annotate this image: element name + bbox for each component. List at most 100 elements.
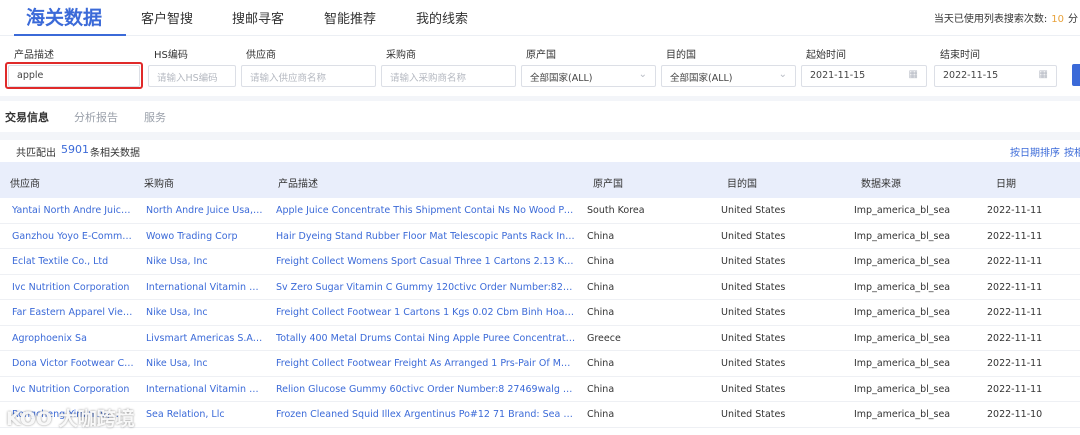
cell-source: Imp_america_bl_sea xyxy=(854,230,951,242)
search-button[interactable] xyxy=(1072,64,1080,86)
cell-supplier[interactable]: Yantai North Andre Juice C... xyxy=(12,205,134,216)
cell-date: 2022-11-11 xyxy=(987,358,1043,369)
table-row[interactable]: Ivc Nutrition Corporation International V… xyxy=(0,275,1080,300)
header-buyer: 采购商 xyxy=(144,179,174,190)
nav-smart-recommend[interactable]: 智能推荐 xyxy=(324,8,376,27)
cell-product[interactable]: Freight Collect Footwear 1 Cartons 1 Kgs… xyxy=(276,307,576,318)
cell-destination: United States xyxy=(721,205,786,216)
cell-product[interactable]: Frozen Cleaned Squid Illex Argentinus Po… xyxy=(276,409,576,420)
table-row[interactable]: Ganzhou Yoyo E-Commerc... Wowo Trading Co… xyxy=(0,224,1080,249)
cell-date: 2022-11-11 xyxy=(987,230,1043,242)
start-date-value: 2021-11-15 xyxy=(810,70,866,81)
cell-date: 2022-11-10 xyxy=(987,409,1043,420)
nav-customer-search[interactable]: 客户智搜 xyxy=(141,8,193,27)
header-date: 日期 xyxy=(996,179,1016,190)
cell-supplier[interactable]: Ivc Nutrition Corporation xyxy=(12,384,134,395)
cell-product[interactable]: Freight Collect Footwear Freight As Arra… xyxy=(276,358,576,369)
watermark-logo: KOO 大咖跨境 xyxy=(6,408,135,430)
calendar-icon: ▦ xyxy=(908,69,918,80)
cell-source: Imp_america_bl_sea xyxy=(854,307,951,318)
header-destination: 目的国 xyxy=(727,179,757,190)
cell-source: Imp_america_bl_sea xyxy=(854,332,951,344)
cell-source: Imp_america_bl_sea xyxy=(854,256,951,267)
tab-analysis-report[interactable]: 分析报告 xyxy=(74,109,118,125)
product-input-highlight xyxy=(5,62,143,89)
cell-buyer[interactable]: Nike Usa, Inc xyxy=(146,307,264,318)
tab-service[interactable]: 服务 xyxy=(144,109,166,125)
cell-product[interactable]: Sv Zero Sugar Vitamin C Gummy 120ctivc O… xyxy=(276,282,576,293)
summary-suffix: 条相关数据 xyxy=(90,148,140,159)
cell-supplier[interactable]: Agrophoenix Sa xyxy=(12,333,134,344)
product-label: 产品描述 xyxy=(14,50,54,61)
cell-buyer[interactable]: International Vitamin Corp... xyxy=(146,282,264,293)
cell-supplier[interactable]: Dona Victor Footwear Co., ... xyxy=(12,358,134,369)
cell-source: Imp_america_bl_sea xyxy=(854,281,951,293)
destination-select[interactable]: 全部国家(ALL) ⌄ xyxy=(661,65,796,87)
hs-label: HS编码 xyxy=(154,50,188,61)
cell-supplier[interactable]: Far Eastern Apparel Vietna... xyxy=(12,307,134,318)
nav-my-leads[interactable]: 我的线索 xyxy=(416,8,468,27)
table-row[interactable]: Yantai North Andre Juice C... North Andre… xyxy=(0,198,1080,224)
search-quota: 当天已使用列表搜索次数: 10 分 xyxy=(934,10,1078,25)
cell-destination: United States xyxy=(721,358,786,369)
chevron-down-icon: ⌄ xyxy=(638,69,647,80)
nav-customs-data[interactable]: 海关数据 xyxy=(26,3,102,30)
nav-email-search[interactable]: 搜邮寻客 xyxy=(232,8,284,27)
cell-buyer[interactable]: Wowo Trading Corp xyxy=(146,231,264,242)
cell-date: 2022-11-11 xyxy=(987,332,1043,344)
hs-input[interactable]: 请输入HS编码 xyxy=(148,65,236,87)
transactions-table: 供应商 采购商 产品描述 原产国 目的国 数据来源 日期 Yantai Nort… xyxy=(0,162,1080,435)
cell-buyer[interactable]: Livsmart Americas S.A. De ... xyxy=(146,333,264,344)
table-row[interactable]: Dona Victor Footwear Co., ... Nike Usa, I… xyxy=(0,351,1080,377)
calendar-icon: ▦ xyxy=(1038,69,1048,80)
start-date-picker[interactable]: 2021-11-15 ▦ xyxy=(801,65,927,87)
summary-prefix: 共匹配出 xyxy=(16,148,56,159)
table-row[interactable]: Agrophoenix Sa Livsmart Americas S.A. De … xyxy=(0,326,1080,351)
cell-product[interactable]: Relion Glucose Gummy 60ctivc Order Numbe… xyxy=(276,384,576,395)
cell-supplier[interactable]: Ivc Nutrition Corporation xyxy=(12,282,134,293)
table-header: 供应商 采购商 产品描述 原产国 目的国 数据来源 日期 xyxy=(0,162,1080,198)
cell-destination: United States xyxy=(721,332,786,344)
origin-select-value: 全部国家(ALL) xyxy=(530,73,593,84)
cell-buyer[interactable]: Nike Usa, Inc xyxy=(146,358,264,369)
cell-supplier[interactable]: Ganzhou Yoyo E-Commerc... xyxy=(12,231,134,242)
header-source: 数据来源 xyxy=(861,179,901,190)
supplier-label: 供应商 xyxy=(246,50,276,61)
cell-origin: China xyxy=(587,307,615,318)
result-count: 5901 xyxy=(61,143,89,156)
origin-select[interactable]: 全部国家(ALL) ⌄ xyxy=(521,65,656,87)
header-supplier: 供应商 xyxy=(10,179,40,190)
cell-buyer[interactable]: Nike Usa, Inc xyxy=(146,256,264,267)
quota-value: 10 xyxy=(1051,14,1064,25)
supplier-input[interactable]: 请输入供应商名称 xyxy=(241,65,376,87)
cell-source: Imp_america_bl_sea xyxy=(854,383,951,395)
cell-date: 2022-11-11 xyxy=(987,205,1043,216)
sort-by-relevance[interactable]: 按相 xyxy=(1064,144,1080,159)
cell-buyer[interactable]: International Vitamin Corp... xyxy=(146,384,264,395)
filter-bar: 产品描述 HS编码 供应商 采购商 原产国 目的国 起始时间 结束时间 appl… xyxy=(0,36,1080,96)
table-row[interactable]: Eclat Textile Co., Ltd Nike Usa, Inc Freig… xyxy=(0,249,1080,275)
cell-buyer[interactable]: North Andre Juice Usa, Inc xyxy=(146,205,264,216)
cell-date: 2022-11-11 xyxy=(987,383,1043,395)
table-row[interactable]: Far Eastern Apparel Vietna... Nike Usa, I… xyxy=(0,300,1080,326)
table-row[interactable]: Ivc Nutrition Corporation International V… xyxy=(0,377,1080,402)
cell-product[interactable]: Apple Juice Concentrate This Shipment Co… xyxy=(276,205,576,216)
table-row[interactable]: Rongcheng Yimin Ag... Sea Relation, Llc Fr… xyxy=(0,402,1080,428)
sort-by-date[interactable]: 按日期排序 xyxy=(1010,144,1060,159)
cell-origin: China xyxy=(587,230,615,242)
cell-buyer[interactable]: Sea Relation, Llc xyxy=(146,409,264,420)
cell-source: Imp_america_bl_sea xyxy=(854,205,951,216)
cell-destination: United States xyxy=(721,383,786,395)
header-product: 产品描述 xyxy=(278,179,318,190)
buyer-input[interactable]: 请输入采购商名称 xyxy=(381,65,516,87)
cell-origin: China xyxy=(587,383,615,395)
end-date-picker[interactable]: 2022-11-15 ▦ xyxy=(934,65,1057,87)
chevron-down-icon: ⌄ xyxy=(778,69,787,80)
destination-label: 目的国 xyxy=(666,50,696,61)
cell-destination: United States xyxy=(721,281,786,293)
cell-product[interactable]: Freight Collect Womens Sport Casual Thre… xyxy=(276,256,576,267)
tab-transactions[interactable]: 交易信息 xyxy=(5,109,49,125)
cell-product[interactable]: Hair Dyeing Stand Rubber Floor Mat Teles… xyxy=(276,231,576,242)
cell-supplier[interactable]: Eclat Textile Co., Ltd xyxy=(12,256,134,267)
cell-product[interactable]: Totally 400 Metal Drums Contai Ning Appl… xyxy=(276,333,576,344)
